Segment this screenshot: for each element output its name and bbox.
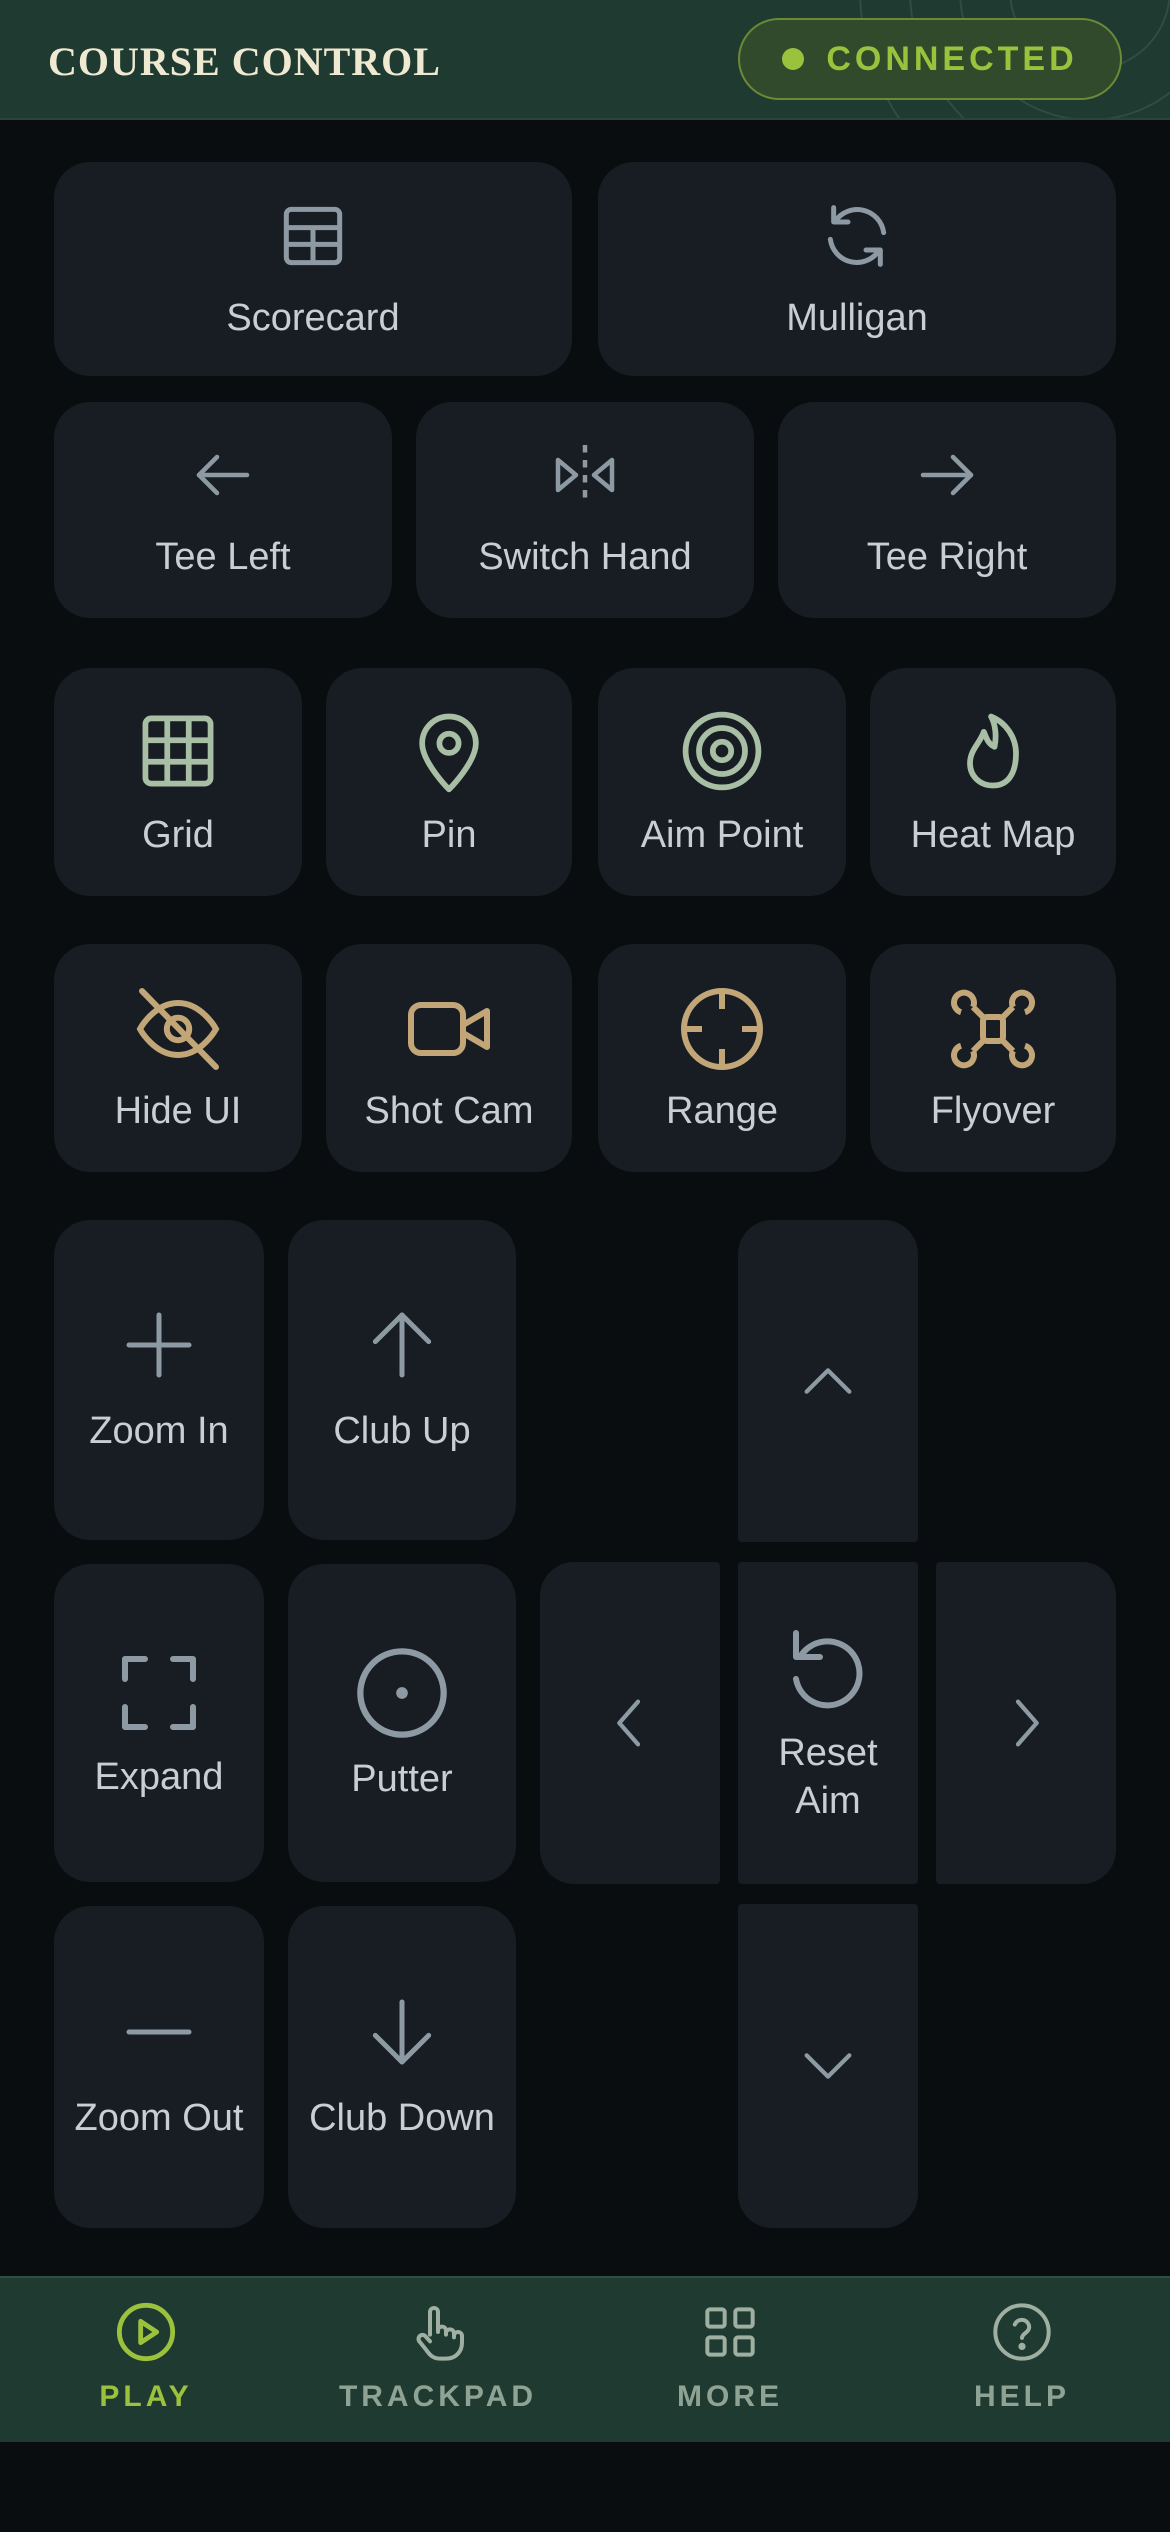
- drone-icon: [951, 989, 1035, 1069]
- grid-button[interactable]: Grid: [54, 668, 302, 896]
- chevron-right-icon: [1015, 1699, 1039, 1747]
- tab-more-label: MORE: [677, 2380, 783, 2413]
- zoom-out-label: Zoom Out: [74, 2097, 244, 2139]
- aim-up-button[interactable]: [738, 1220, 918, 1542]
- aim-down-button[interactable]: [738, 1904, 918, 2228]
- club-down-label: Club Down: [309, 2097, 495, 2139]
- range-button[interactable]: Range: [598, 944, 846, 1172]
- flame-icon: [967, 713, 1019, 789]
- tee-left-button[interactable]: Tee Left: [54, 402, 392, 618]
- flyover-button[interactable]: Flyover: [870, 944, 1116, 1172]
- grid-label: Grid: [142, 814, 214, 856]
- reset-aim-label: Reset Aim: [778, 1729, 877, 1825]
- tab-more[interactable]: MORE: [584, 2278, 876, 2442]
- rotate-ccw-icon: [793, 1630, 863, 1709]
- arrow-down-icon: [372, 1999, 432, 2065]
- apps-grid-icon: [705, 2307, 755, 2357]
- mulligan-label: Mulligan: [786, 297, 928, 339]
- status-dot-icon: [782, 48, 805, 70]
- aim-left-button[interactable]: [540, 1562, 720, 1884]
- arrow-left-icon: [196, 454, 250, 496]
- hide-ui-button[interactable]: Hide UI: [54, 944, 302, 1172]
- tab-help-label: HELP: [973, 2380, 1070, 2413]
- hand-pointer-icon: [416, 2306, 464, 2361]
- pin-button[interactable]: Pin: [326, 668, 572, 896]
- chevron-left-icon: [617, 1699, 641, 1747]
- flyover-label: Flyover: [930, 1090, 1056, 1132]
- video-camera-icon: [408, 1002, 490, 1056]
- switch-hand-button[interactable]: Switch Hand: [416, 402, 754, 618]
- reset-aim-button[interactable]: Reset Aim: [738, 1562, 918, 1884]
- range-label: Range: [666, 1090, 778, 1132]
- app-title: COURSE CONTROL: [48, 39, 441, 84]
- switch-hand-label: Switch Hand: [478, 536, 692, 578]
- grid-icon: [142, 715, 214, 787]
- aim-right-button[interactable]: [936, 1562, 1116, 1884]
- expand-label: Expand: [94, 1756, 224, 1798]
- club-up-label: Club Up: [333, 1410, 471, 1452]
- arrow-up-icon: [372, 1312, 432, 1378]
- refresh-icon: [827, 205, 887, 267]
- zoom-out-button[interactable]: Zoom Out: [54, 1906, 264, 2228]
- minus-icon: [126, 2029, 192, 2035]
- eye-off-icon: [136, 988, 220, 1070]
- heat-map-button[interactable]: Heat Map: [870, 668, 1116, 896]
- tee-right-button[interactable]: Tee Right: [778, 402, 1116, 618]
- club-down-button[interactable]: Club Down: [288, 1906, 516, 2228]
- aim-point-label: Aim Point: [640, 814, 804, 856]
- scorecard-label: Scorecard: [226, 297, 400, 339]
- arrow-right-icon: [920, 454, 974, 496]
- target-icon: [682, 711, 762, 791]
- bottom-tab-bar: PLAY TRACKPAD MORE HELP: [0, 2276, 1170, 2442]
- pin-label: Pin: [421, 814, 477, 856]
- putter-icon: [357, 1648, 447, 1738]
- status-text: CONNECTED: [826, 39, 1078, 78]
- tee-left-label: Tee Left: [155, 536, 291, 578]
- tab-play[interactable]: PLAY: [0, 2278, 292, 2442]
- tab-trackpad-label: TRACKPAD: [338, 2380, 538, 2413]
- shot-cam-label: Shot Cam: [364, 1090, 534, 1132]
- zoom-in-label: Zoom In: [89, 1410, 229, 1452]
- expand-button[interactable]: Expand: [54, 1564, 264, 1882]
- heat-map-label: Heat Map: [910, 814, 1076, 856]
- app-header: COURSE CONTROL CONNECTED: [0, 0, 1170, 120]
- map-pin-icon: [419, 713, 479, 793]
- club-up-button[interactable]: Club Up: [288, 1220, 516, 1540]
- putter-button[interactable]: Putter: [288, 1564, 516, 1882]
- plus-icon: [126, 1312, 192, 1378]
- flip-horizontal-icon: [555, 445, 615, 505]
- table-icon: [283, 206, 343, 266]
- chevron-down-icon: [804, 2053, 852, 2079]
- chevron-up-icon: [804, 1368, 852, 1394]
- mulligan-button[interactable]: Mulligan: [598, 162, 1116, 376]
- expand-icon: [122, 1656, 196, 1730]
- reset-aim-label-line2: Aim: [795, 1780, 861, 1822]
- connection-status-badge: CONNECTED: [738, 18, 1122, 100]
- tab-play-label: PLAY: [99, 2380, 193, 2413]
- scorecard-button[interactable]: Scorecard: [54, 162, 572, 376]
- aim-point-button[interactable]: Aim Point: [598, 668, 846, 896]
- hide-ui-label: Hide UI: [114, 1090, 242, 1132]
- play-circle-icon: [116, 2302, 176, 2362]
- tee-right-label: Tee Right: [866, 536, 1028, 578]
- putter-label: Putter: [351, 1758, 453, 1800]
- zoom-in-button[interactable]: Zoom In: [54, 1220, 264, 1540]
- help-circle-icon: [993, 2303, 1051, 2361]
- tab-trackpad[interactable]: TRACKPAD: [292, 2278, 584, 2442]
- reset-aim-label-line1: Reset: [778, 1732, 878, 1774]
- crosshair-icon: [681, 988, 763, 1070]
- tab-help[interactable]: HELP: [876, 2278, 1168, 2442]
- shot-cam-button[interactable]: Shot Cam: [326, 944, 572, 1172]
